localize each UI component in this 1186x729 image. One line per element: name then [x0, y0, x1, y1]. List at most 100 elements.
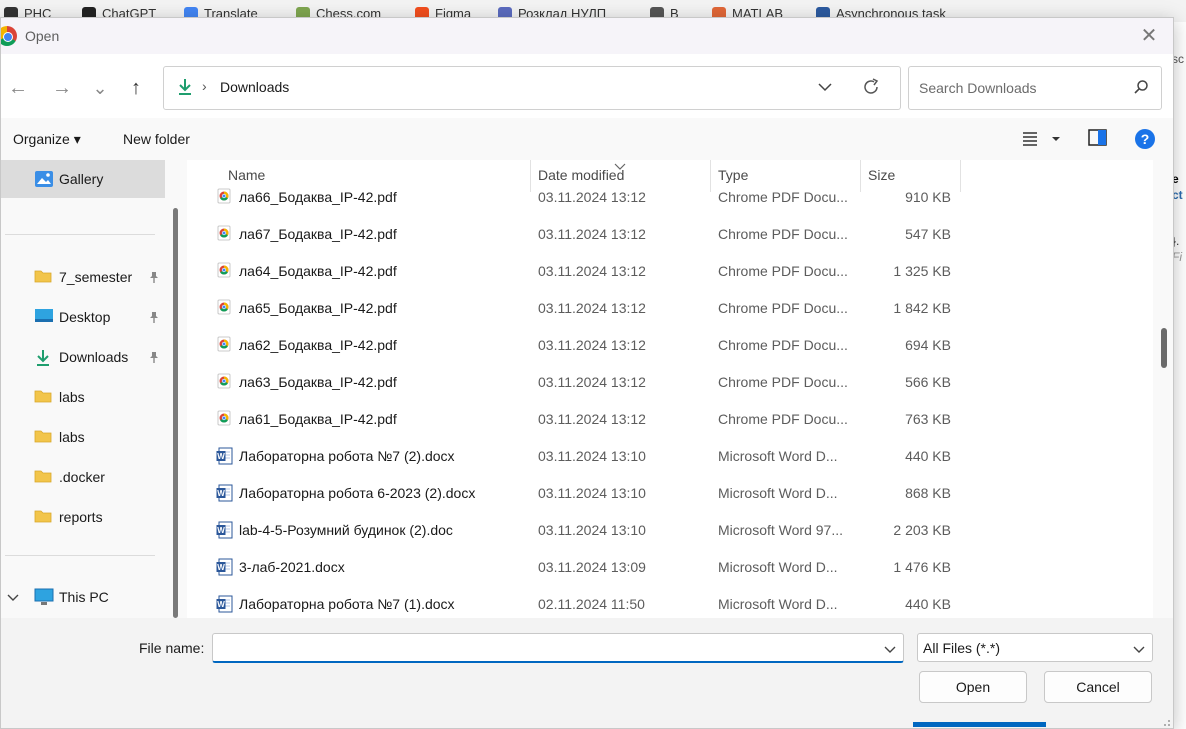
file-type: Chrome PDF Docu... [718, 411, 848, 427]
folder-icon [34, 468, 52, 487]
pin-icon [147, 310, 161, 327]
address-bar[interactable]: › Downloads [163, 66, 901, 110]
file-type: Microsoft Word D... [718, 596, 838, 612]
sidebar-item-reports[interactable]: reports [1, 498, 165, 536]
preview-pane-button[interactable] [1088, 129, 1108, 150]
file-list: Name Date modified Type Size ла66_Бодакв… [187, 160, 1153, 618]
word-file-icon: W [216, 521, 234, 542]
address-history-dropdown[interactable] [814, 77, 836, 100]
word-file-icon: W [216, 447, 234, 468]
chevron-down-icon [884, 646, 896, 653]
file-row[interactable]: W Лабораторна робота №7 (1).docx 02.11.202… [187, 585, 1153, 618]
file-row[interactable]: ла64_Бодаква_IP-42.pdf 03.11.2024 13:12 Ch… [187, 252, 1153, 289]
organize-menu[interactable]: Organize ▾ [13, 131, 81, 148]
word-file-icon: W [216, 595, 234, 616]
search-icon[interactable] [1133, 79, 1149, 98]
back-button[interactable]: ← [5, 75, 31, 101]
file-type: Microsoft Word D... [718, 448, 838, 464]
file-name: Лабораторна робота 6-2023 (2).docx [239, 485, 476, 501]
sidebar-item-desktop[interactable]: Desktop [1, 298, 165, 336]
taskbar-active-indicator [913, 722, 1046, 727]
cancel-button[interactable]: Cancel [1044, 671, 1152, 703]
close-button[interactable]: ✕ [1137, 24, 1161, 48]
sidebar-item-label: 7_semester [59, 269, 133, 285]
search-box[interactable] [908, 66, 1162, 110]
file-date-modified: 03.11.2024 13:12 [538, 189, 646, 205]
folder-icon [34, 388, 52, 407]
sidebar-item-downloads[interactable]: Downloads [1, 338, 165, 376]
file-name: Лабораторна робота №7 (2).docx [239, 448, 455, 464]
file-name-input[interactable] [219, 638, 883, 656]
view-options-button[interactable] [1021, 130, 1067, 151]
new-folder-button[interactable]: New folder [123, 131, 190, 147]
open-button[interactable]: Open [919, 671, 1027, 703]
gallery-icon [34, 170, 54, 191]
breadcrumb-separator: › [202, 78, 207, 94]
sidebar-item-label: Gallery [59, 171, 104, 187]
word-file-icon: W [216, 558, 234, 579]
dialog-titlebar: Open ✕ [1, 18, 1173, 54]
folder-icon [34, 268, 52, 287]
file-size: 1 842 KB [893, 300, 951, 316]
sidebar-item-docker[interactable]: .docker [1, 458, 165, 496]
pin-icon [147, 270, 161, 287]
sidebar-item-gallery[interactable]: Gallery [1, 160, 165, 198]
expand-chevron-icon[interactable] [7, 590, 19, 606]
sidebar-item-labs[interactable]: labs [1, 378, 165, 416]
svg-text:W: W [217, 563, 225, 572]
search-input[interactable] [917, 76, 1121, 100]
sidebar-item-7-semester[interactable]: 7_semester [1, 258, 165, 296]
recent-locations-button[interactable]: ⌄ [87, 75, 113, 101]
folder-icon [34, 428, 52, 447]
file-size: 1 325 KB [893, 263, 951, 279]
file-size: 440 KB [905, 596, 951, 612]
file-row[interactable]: Wlab-4-5-Розумний будинок (2).doc 03.11.2… [187, 511, 1153, 548]
file-name: 3-лаб-2021.docx [239, 559, 345, 575]
file-name: ла62_Бодаква_IP-42.pdf [239, 337, 397, 353]
file-row[interactable]: ла67_Бодаква_IP-42.pdf 03.11.2024 13:12 Ch… [187, 215, 1153, 252]
refresh-button[interactable] [860, 76, 882, 101]
file-type-dropdown[interactable] [1132, 642, 1146, 658]
file-row[interactable]: ла66_Бодаква_IP-42.pdf 03.11.2024 13:12 Ch… [187, 178, 1153, 215]
help-button[interactable]: ? [1134, 128, 1156, 153]
file-row[interactable]: ла62_Бодаква_IP-42.pdf 03.11.2024 13:12 Ch… [187, 326, 1153, 363]
pdf-file-icon [216, 373, 232, 392]
dialog-title: Open [25, 28, 60, 44]
file-row[interactable]: W 3-лаб-2021.docx 03.11.2024 13:09 Microsof… [187, 548, 1153, 585]
navigation-pane: Gallery 7_semester Desktop Downloads labs lab… [1, 160, 165, 618]
sidebar-item-labs[interactable]: labs [1, 418, 165, 456]
svg-text:?: ? [1141, 131, 1150, 147]
download-icon [34, 348, 52, 371]
sidebar-item-label: .docker [59, 469, 105, 485]
breadcrumb-downloads[interactable]: Downloads [220, 79, 289, 95]
sidebar-item-label: labs [59, 389, 85, 405]
pdf-file-icon [216, 262, 232, 281]
file-list-scrollbar[interactable] [1161, 328, 1167, 368]
file-name-dropdown[interactable] [883, 642, 897, 658]
navigation-bar: ← → ⌄ ↑ › Downloads [1, 54, 1173, 118]
file-type: Microsoft Word D... [718, 485, 838, 501]
preview-pane-icon [1088, 129, 1107, 146]
list-view-icon [1023, 132, 1060, 146]
sidebar-divider [5, 234, 155, 235]
file-name: ла65_Бодаква_IP-42.pdf [239, 300, 397, 316]
file-name: Лабораторна робота №7 (1).docx [239, 596, 455, 612]
file-date-modified: 03.11.2024 13:12 [538, 337, 646, 353]
pdf-file-icon [216, 299, 232, 318]
file-type: Microsoft Word 97... [718, 522, 844, 538]
file-row[interactable]: ла63_Бодаква_IP-42.pdf 03.11.2024 13:12 Ch… [187, 363, 1153, 400]
file-type-filter[interactable]: All Files (*.*) [917, 633, 1153, 662]
sidebar-divider [5, 555, 155, 556]
chevron-down-icon [818, 83, 832, 92]
file-name-combobox[interactable] [212, 633, 904, 663]
up-button[interactable]: ↑ [123, 75, 149, 101]
file-row[interactable]: W Лабораторна робота 6-2023 (2).docx 03.11… [187, 474, 1153, 511]
file-row[interactable]: W Лабораторна робота №7 (2).docx 03.11.202… [187, 437, 1153, 474]
forward-button[interactable]: → [49, 75, 75, 101]
file-type-filter-value: All Files (*.*) [923, 640, 1001, 656]
file-date-modified: 03.11.2024 13:09 [538, 559, 646, 575]
file-row[interactable]: ла61_Бодаква_IP-42.pdf 03.11.2024 13:12 Ch… [187, 400, 1153, 437]
navigation-pane-scrollbar[interactable] [173, 208, 178, 618]
sidebar-item-this-pc[interactable]: This PC [1, 578, 165, 616]
file-row[interactable]: ла65_Бодаква_IP-42.pdf 03.11.2024 13:12 Ch… [187, 289, 1153, 326]
